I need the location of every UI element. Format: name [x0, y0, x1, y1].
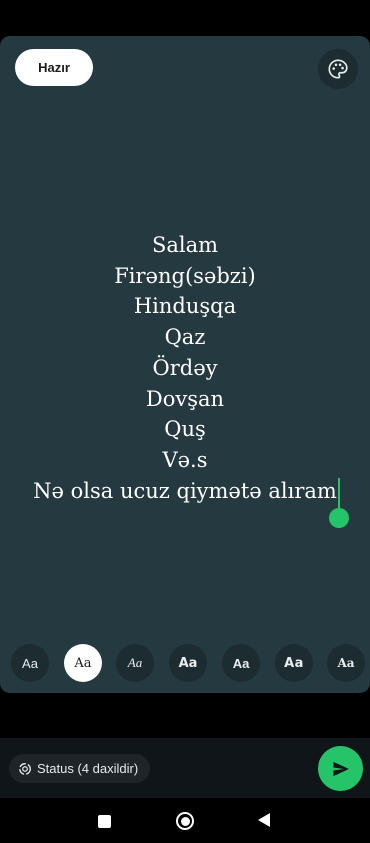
font-option-4[interactable]: Aa: [169, 644, 207, 682]
status-text-line: Quş: [164, 417, 206, 442]
font-option-2[interactable]: Aa: [64, 644, 102, 682]
send-button[interactable]: [318, 746, 363, 791]
font-option-3[interactable]: Aa: [116, 644, 154, 682]
status-text-content[interactable]: Salam Firəng(səbzi) Hinduşqa Qaz Ördəy D…: [0, 230, 370, 506]
status-text-line: Hinduşqa: [133, 294, 237, 319]
back-triangle-icon[interactable]: [258, 813, 270, 827]
text-cursor: [338, 478, 340, 512]
status-text-line: Ördəy: [152, 355, 218, 380]
status-audience-chip[interactable]: Status (4 daxildir): [9, 754, 151, 783]
status-text-line: Nə olsa ucuz qiymətə alıram: [33, 478, 337, 503]
send-icon: [333, 761, 349, 776]
palette-button[interactable]: [318, 49, 358, 89]
system-navigation-bar: [0, 798, 370, 843]
palette-icon: [328, 59, 348, 79]
status-text-line: Dovşan: [145, 386, 225, 411]
font-option-6[interactable]: Aa: [275, 644, 313, 682]
status-ring-icon: [18, 762, 32, 776]
font-option-7[interactable]: Aa: [327, 644, 365, 682]
font-selector: Aa Aa Aa Aa Aa Aa Aa: [0, 644, 370, 684]
status-text-line: Firəng(səbzi): [114, 263, 256, 288]
bottom-bar: Status (4 daxildir): [0, 738, 370, 798]
cursor-drag-handle[interactable]: [329, 508, 349, 528]
status-text-line: Salam: [151, 233, 219, 257]
recents-square-icon[interactable]: [98, 815, 111, 828]
status-audience-label: Status (4 daxildir): [37, 761, 139, 776]
text-status-editor[interactable]: Hazır Salam Firəng(səbzi) Hinduşqa Qaz Ö…: [0, 36, 370, 693]
status-text-line: Və.s: [162, 447, 208, 472]
font-option-5[interactable]: Aa: [222, 644, 260, 682]
home-circle-icon[interactable]: [176, 812, 194, 830]
top-strip: [0, 0, 370, 36]
status-text-line: Qaz: [164, 325, 206, 350]
font-option-1[interactable]: Aa: [11, 644, 49, 682]
done-button[interactable]: Hazır: [15, 49, 93, 86]
